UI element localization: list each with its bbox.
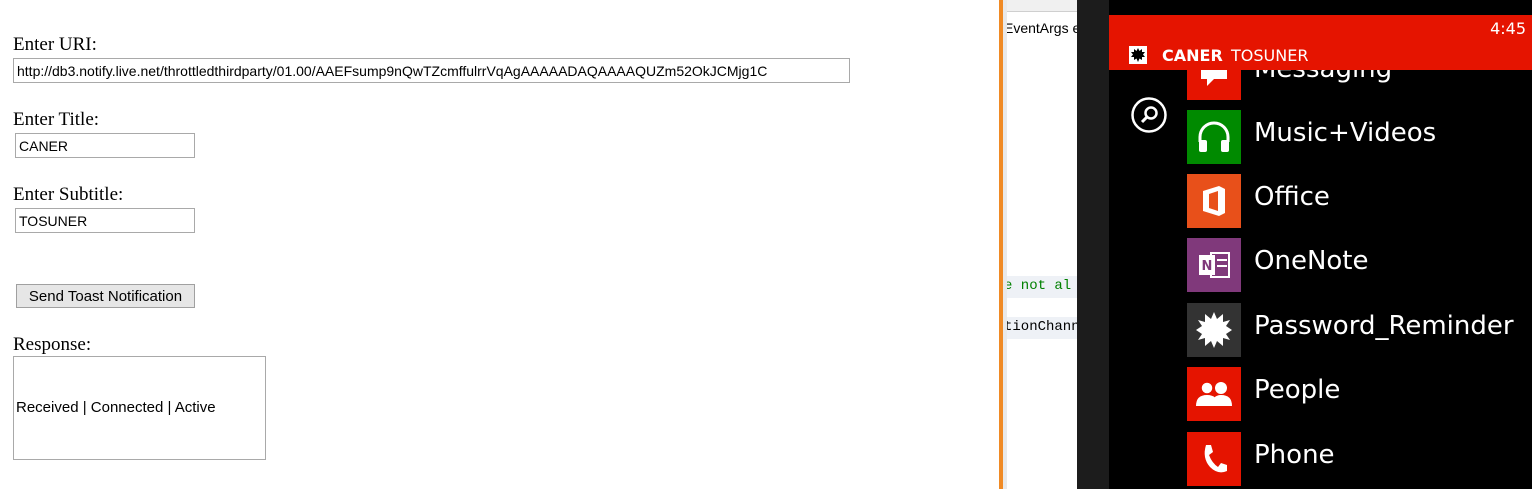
headphones-icon	[1187, 110, 1241, 164]
app-label: Password_Reminder	[1254, 311, 1514, 341]
send-toast-button[interactable]: Send Toast Notification	[16, 284, 195, 308]
toast-title: CANER	[1162, 46, 1223, 65]
app-label: People	[1254, 375, 1341, 405]
title-label: Enter Title:	[13, 109, 100, 130]
code-line-1: EventArgs e	[1007, 20, 1077, 36]
response-textarea[interactable]: Received | Connected | Active	[13, 356, 266, 460]
response-label: Response:	[13, 334, 92, 355]
title-input[interactable]	[15, 133, 195, 158]
toast-notification[interactable]: 4:45 CANER TOSUNER	[1109, 15, 1532, 70]
search-icon[interactable]	[1131, 97, 1167, 133]
status-clock: 4:45	[1490, 19, 1526, 38]
response-text: Received | Connected | Active	[16, 399, 216, 416]
onenote-icon: N	[1187, 238, 1241, 292]
subtitle-input[interactable]	[15, 208, 195, 233]
starburst-icon	[1187, 303, 1241, 357]
app-label: Phone	[1254, 440, 1335, 470]
phone-screen: Messaging Music+Videos Office N OneNote …	[1109, 0, 1532, 489]
code-comment-line: e not al	[1007, 278, 1072, 294]
uri-input[interactable]	[13, 58, 850, 83]
editor-top-strip	[1007, 0, 1077, 12]
toast-sender-form: Enter URI: Enter Title: Enter Subtitle: …	[0, 0, 999, 489]
uri-label: Enter URI:	[13, 34, 97, 55]
app-label: OneNote	[1254, 246, 1369, 276]
subtitle-label: Enter Subtitle:	[13, 184, 124, 205]
phone-icon	[1187, 432, 1241, 486]
office-icon	[1187, 174, 1241, 228]
app-label: Office	[1254, 182, 1330, 212]
people-icon	[1187, 367, 1241, 421]
code-editor-fragment: EventArgs e e not al tionChann	[1007, 0, 1077, 489]
svg-text:N: N	[1202, 259, 1213, 274]
app-label: Music+Videos	[1254, 118, 1437, 148]
toast-app-icon	[1129, 46, 1147, 64]
code-line-3: tionChann	[1007, 319, 1077, 335]
toast-subtitle: TOSUNER	[1231, 46, 1309, 65]
